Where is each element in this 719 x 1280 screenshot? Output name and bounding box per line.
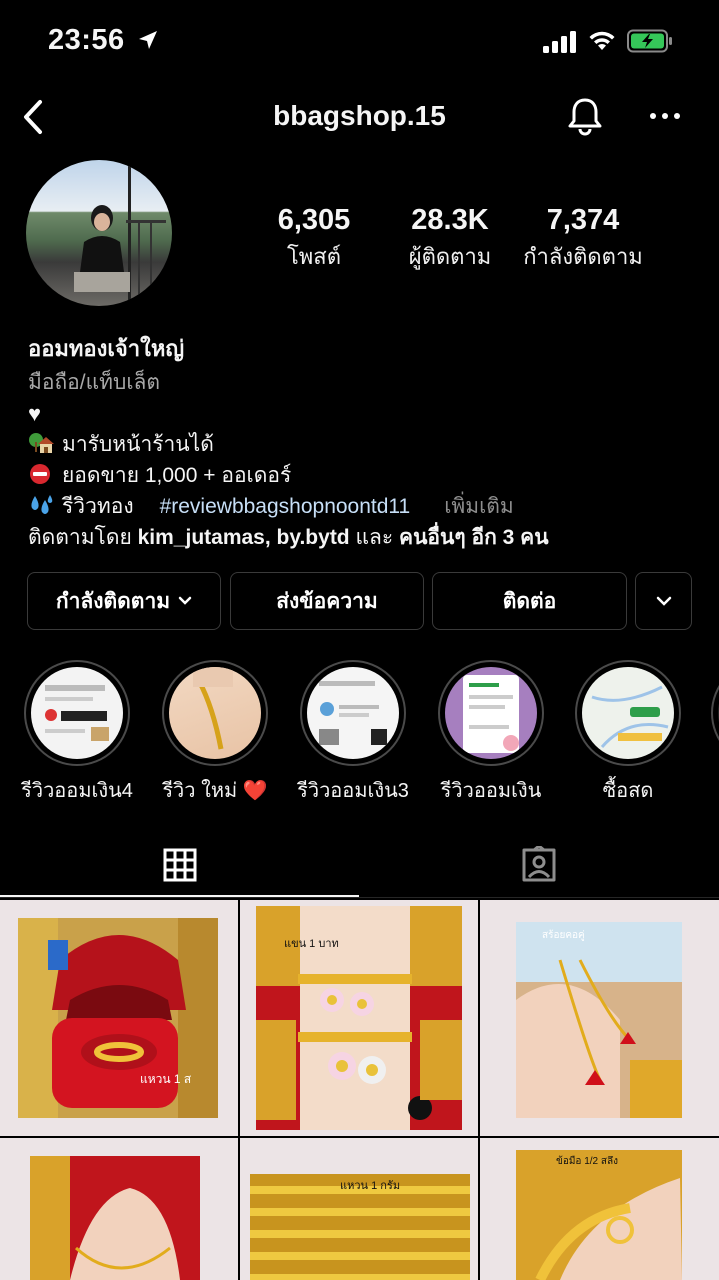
suggested-accounts-button[interactable] [635,572,692,630]
no-entry-emoji-icon [30,464,50,484]
highlight-cover [307,667,399,759]
bio-line-3-text: รีวิวทอง [62,495,134,518]
followed-by-and: และ [355,526,394,549]
sweat-droplets-emoji-icon [31,495,53,514]
highlight-cover [445,667,537,759]
stat-followers[interactable]: 28.3K ผู้ติดตาม [392,204,508,274]
wifi-icon [589,31,615,50]
highlight-cover [169,667,261,759]
bio-line-2-text: ยอดขาย 1,000 + ออเดอร์ [62,464,292,487]
top-nav: bbagshop.15 [0,82,719,152]
highlight-ring [162,660,268,766]
highlight-ring [300,660,406,766]
highlight-label: รีวิวออมเงิน [440,780,542,802]
bio-heart-line: ♥ [28,398,708,429]
post-thumbnail[interactable]: แขน 1 บาท [240,900,478,1136]
stat-posts-value: 6,305 [277,204,351,236]
tagged-person-icon [522,846,556,882]
chevron-down-icon [178,596,192,605]
profile-category: มือถือ/แท็บเล็ต [28,371,161,394]
tab-tagged[interactable] [359,832,719,898]
grid-icon [163,848,196,882]
status-time: 23:56 [48,24,125,56]
post-thumbnail[interactable]: ข้อมือ 1/2 สลึง [480,1138,719,1280]
highlight-ring [438,660,544,766]
tab-posts-grid[interactable] [0,832,359,898]
post-caption: แขน 1 บาท [284,938,339,950]
post-thumbnail[interactable]: แหวน 1 กรัม [240,1138,478,1280]
more-options-icon[interactable] [648,106,682,126]
bio-line-sales: ยอดขาย 1,000 + ออเดอร์ [28,460,708,491]
followed-by-line[interactable]: ติดตามโดย kim_jutamas, by.bytd และ คนอื่… [28,522,708,553]
stat-following-value: 7,374 [546,204,620,236]
message-button-label: ส่งข้อความ [276,589,378,613]
story-highlight-partial[interactable] [711,660,719,766]
posts-grid: แหวน 1 ส แขน 1 บาท สร้อยคอคู่ แหวน 1 กรั… [0,898,719,1280]
following-button[interactable]: กำลังติดตาม [27,572,221,630]
following-button-label: กำลังติดตาม [55,589,171,613]
highlight-cover [31,667,123,759]
story-highlight[interactable]: ซื้อสด [575,660,681,806]
post-caption: แหวน 1 กรัม [340,1180,401,1192]
post-caption: สร้อยคอคู่ [542,930,585,941]
profile-display-name: ออมทองเจ้าใหญ่ [28,336,185,361]
stat-followers-label: ผู้ติดตาม [408,244,492,269]
story-highlight[interactable]: รีวิวออมเงิน [438,660,544,806]
contact-button[interactable]: ติดต่อ [432,572,627,630]
message-button[interactable]: ส่งข้อความ [230,572,424,630]
avatar-railing-graphic [126,160,166,306]
profile-avatar[interactable] [26,160,172,306]
post-thumbnail[interactable] [0,1138,238,1280]
avatar-person-graphic [74,205,130,292]
status-bar: 23:56 [0,0,719,82]
followed-by-prefix: ติดตามโดย [28,526,132,549]
followed-by-others[interactable]: คนอื่นๆ อีก 3 คน [399,526,549,549]
house-emoji-icon [29,433,54,453]
bio-line-pickup: มารับหน้าร้านได้ [28,429,708,460]
story-highlight[interactable]: รีวิวออมเงิน3 [297,660,409,806]
highlight-label: รีวิวออมเงิน3 [297,780,409,802]
chevron-down-icon [656,596,671,606]
stat-posts[interactable]: 6,305 โพสต์ [258,204,370,274]
cellular-signal-icon [543,31,576,53]
stat-posts-label: โพสต์ [286,244,342,269]
highlight-cover [582,667,674,759]
highlight-label: รีวิวออมเงิน4 [21,780,133,802]
story-highlight[interactable]: รีวิวออมเงิน4 [21,660,133,806]
battery-charging-icon [627,29,672,53]
contact-button-label: ติดต่อ [502,589,557,613]
highlight-label: ซื้อสด [602,780,654,802]
stat-following[interactable]: 7,374 กำลังติดตาม [516,204,650,274]
post-caption: ข้อมือ 1/2 สลึง [556,1156,619,1167]
story-highlight[interactable]: รีวิว ใหม่ ❤️ [162,660,268,806]
stat-followers-value: 28.3K [411,204,489,236]
post-thumbnail[interactable]: สร้อยคอคู่ [480,900,719,1136]
stat-following-label: กำลังติดตาม [523,244,643,269]
post-thumbnail[interactable]: แหวน 1 ส [0,900,238,1136]
post-caption: แหวน 1 ส [140,1072,192,1086]
profile-username: bbagshop.15 [273,100,446,131]
bio-line-review: รีวิวทอง #reviewbbagshopnoontd11 เพิ่มเติม [28,491,708,522]
bio-hashtag-link[interactable]: #reviewbbagshopnoontd11 [160,495,411,518]
followed-by-names[interactable]: kim_jutamas, by.bytd [138,526,350,549]
notification-bell-icon[interactable] [565,96,605,136]
highlight-ring [575,660,681,766]
bio-line-1-text: มารับหน้าร้านได้ [62,433,214,456]
highlight-ring [711,660,719,766]
bio-more-link[interactable]: เพิ่มเติม [444,495,514,518]
highlight-ring [24,660,130,766]
profile-bio: ออมทองเจ้าใหญ่ มือถือ/แท็บเล็ต ♥ มารับหน… [28,334,708,553]
location-arrow-icon [139,31,157,49]
white-heart-icon: ♥ [28,401,42,426]
highlight-label: รีวิว ใหม่ ❤️ [162,780,268,802]
